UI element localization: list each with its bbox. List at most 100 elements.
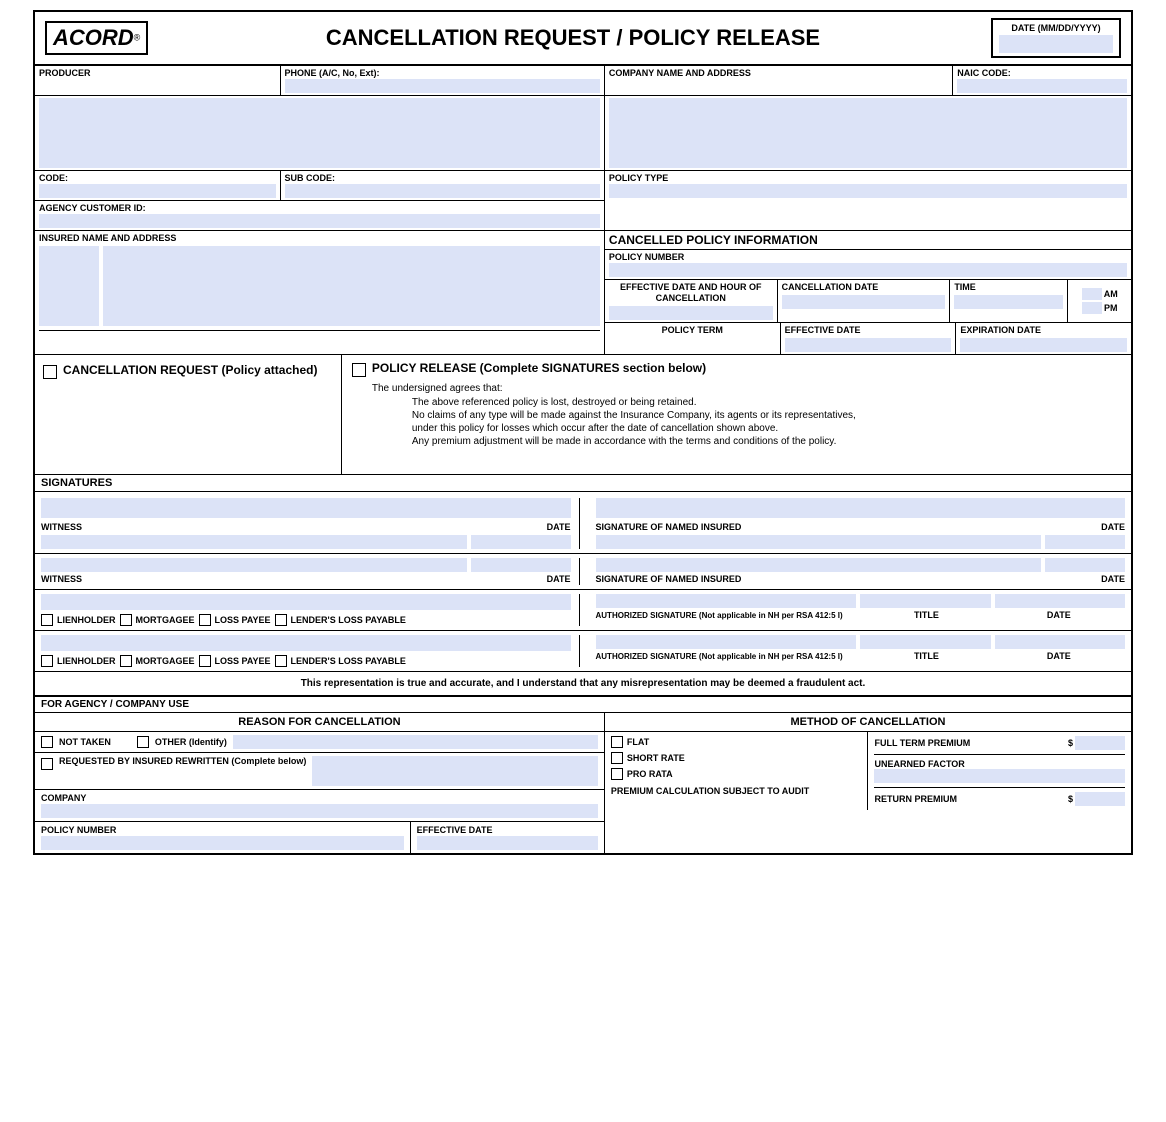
am-label: AM [1104, 289, 1118, 299]
policy-type-input[interactable] [609, 184, 1127, 198]
eff-date-label2: EFFECTIVE DATE [417, 825, 493, 835]
exp-date-label: EXPIRATION DATE [960, 325, 1041, 335]
policy-release-label: POLICY RELEASE (Complete SIGNATURES sect… [372, 361, 706, 375]
phone-input[interactable] [285, 79, 600, 93]
naic-input[interactable] [957, 79, 1127, 93]
witness-date-input2[interactable] [471, 558, 571, 572]
not-taken-checkbox[interactable] [41, 736, 53, 748]
pm-input[interactable] [1082, 302, 1102, 314]
policy-type-label: POLICY TYPE [609, 173, 668, 183]
witness-input1[interactable] [41, 535, 467, 549]
am-input[interactable] [1082, 288, 1102, 300]
eff-date-input[interactable] [785, 338, 952, 352]
dollar2: $ [1068, 794, 1073, 804]
unearned-input[interactable] [874, 769, 1125, 783]
mortgagee-checkbox1[interactable] [120, 614, 132, 626]
lienholder-area1[interactable] [41, 594, 571, 610]
agency-id-input[interactable] [39, 214, 600, 228]
policy-number-label: POLICY NUMBER [609, 252, 684, 262]
date-input[interactable] [999, 35, 1113, 53]
eff-date-hour-input[interactable] [609, 306, 773, 320]
code-input[interactable] [39, 184, 276, 198]
loss-payee-checkbox2[interactable] [199, 655, 211, 667]
fraud-text: This representation is true and accurate… [35, 672, 1131, 695]
full-term-label: FULL TERM PREMIUM [874, 738, 1068, 748]
loss-payee-checkbox1[interactable] [199, 614, 211, 626]
date-label6: DATE [1047, 651, 1071, 661]
other-checkbox[interactable] [137, 736, 149, 748]
lienholder-checkbox1[interactable] [41, 614, 53, 626]
method-label: METHOD OF CANCELLATION [605, 713, 1131, 732]
lienholder-label2: LIENHOLDER [57, 656, 116, 666]
witness-input2[interactable] [41, 558, 467, 572]
auth-sig-label2: AUTHORIZED SIGNATURE (Not applicable in … [596, 652, 843, 661]
insured-input-area[interactable] [103, 246, 600, 326]
eff-date-label: EFFECTIVE DATE [785, 325, 861, 335]
witness-sig-line1[interactable] [41, 498, 571, 518]
return-premium-input[interactable] [1075, 792, 1125, 806]
lenders-loss-label: LENDER'S LOSS PAYABLE [291, 615, 406, 625]
short-rate-checkbox[interactable] [611, 752, 623, 764]
requested-checkbox[interactable] [41, 758, 53, 770]
dollar1: $ [1068, 738, 1073, 748]
named-insured-sig-line1[interactable] [596, 498, 1126, 518]
subcode-label: SUB CODE: [285, 173, 336, 183]
short-rate-label: SHORT RATE [627, 753, 685, 763]
full-term-input[interactable] [1075, 736, 1125, 750]
auth-sig-input1[interactable] [596, 594, 857, 608]
named-insured-date1[interactable] [1045, 535, 1125, 549]
mortgagee-label2: MORTGAGEE [136, 656, 195, 666]
pm-label: PM [1104, 303, 1118, 313]
cancellation-date-input[interactable] [782, 295, 946, 309]
phone-label: PHONE (A/C, No, Ext): [285, 68, 380, 78]
auth-date-input2[interactable] [995, 635, 1125, 649]
mortgagee-label: MORTGAGEE [136, 615, 195, 625]
other-input[interactable] [233, 735, 598, 749]
insured-checkbox-area[interactable] [39, 246, 99, 326]
auth-sig-label: AUTHORIZED SIGNATURE (Not applicable in … [596, 611, 843, 620]
unearned-label: UNEARNED FACTOR [874, 759, 1125, 769]
company-input-area[interactable] [609, 98, 1127, 168]
cancellation-checkbox[interactable] [43, 365, 57, 379]
named-insured-date2[interactable] [1045, 558, 1125, 572]
flat-label: FLAT [627, 737, 649, 747]
policy-release-checkbox[interactable] [352, 363, 366, 377]
flat-checkbox[interactable] [611, 736, 623, 748]
eff-date-input2[interactable] [417, 836, 598, 850]
producer-label: PRODUCER [39, 68, 91, 78]
company-input2[interactable] [41, 804, 598, 818]
release-line2: No claims of any type will be made again… [372, 410, 1121, 421]
witness-label: WITNESS [41, 522, 82, 532]
time-input[interactable] [954, 295, 1063, 309]
lienholder-checkbox2[interactable] [41, 655, 53, 667]
requested-label: REQUESTED BY INSURED REWRITTEN (Complete… [59, 756, 306, 766]
auth-title-input1[interactable] [860, 594, 990, 608]
undersigned-text: The undersigned agrees that: [372, 383, 1121, 394]
auth-title-input2[interactable] [860, 635, 990, 649]
lienholder-area2[interactable] [41, 635, 571, 651]
date-label2: DATE [547, 522, 571, 532]
pro-rata-checkbox[interactable] [611, 768, 623, 780]
exp-date-input[interactable] [960, 338, 1127, 352]
cancelled-policy-label: CANCELLED POLICY INFORMATION [609, 233, 818, 247]
named-insured-input1[interactable] [596, 535, 1042, 549]
pro-rata-label: PRO RATA [627, 769, 673, 779]
producer-input-area[interactable] [39, 98, 600, 168]
cancellation-date-label: CANCELLATION DATE [782, 282, 879, 292]
requested-input[interactable] [312, 756, 598, 786]
lenders-loss-checkbox2[interactable] [275, 655, 287, 667]
auth-sig-input2[interactable] [596, 635, 857, 649]
header-title: CANCELLATION REQUEST / POLICY RELEASE [326, 25, 820, 50]
subcode-input[interactable] [285, 184, 600, 198]
policy-number-input2[interactable] [41, 836, 404, 850]
auth-date-input1[interactable] [995, 594, 1125, 608]
policy-term-label: POLICY TERM [662, 325, 723, 335]
lenders-loss-checkbox1[interactable] [275, 614, 287, 626]
named-insured-input2[interactable] [596, 558, 1042, 572]
mortgagee-checkbox2[interactable] [120, 655, 132, 667]
other-label: OTHER (Identify) [155, 737, 227, 747]
policy-number-input[interactable] [609, 263, 1127, 277]
not-taken-label: NOT TAKEN [59, 737, 111, 747]
witness-date-input1[interactable] [471, 535, 571, 549]
company-label2: COMPANY [41, 793, 86, 803]
